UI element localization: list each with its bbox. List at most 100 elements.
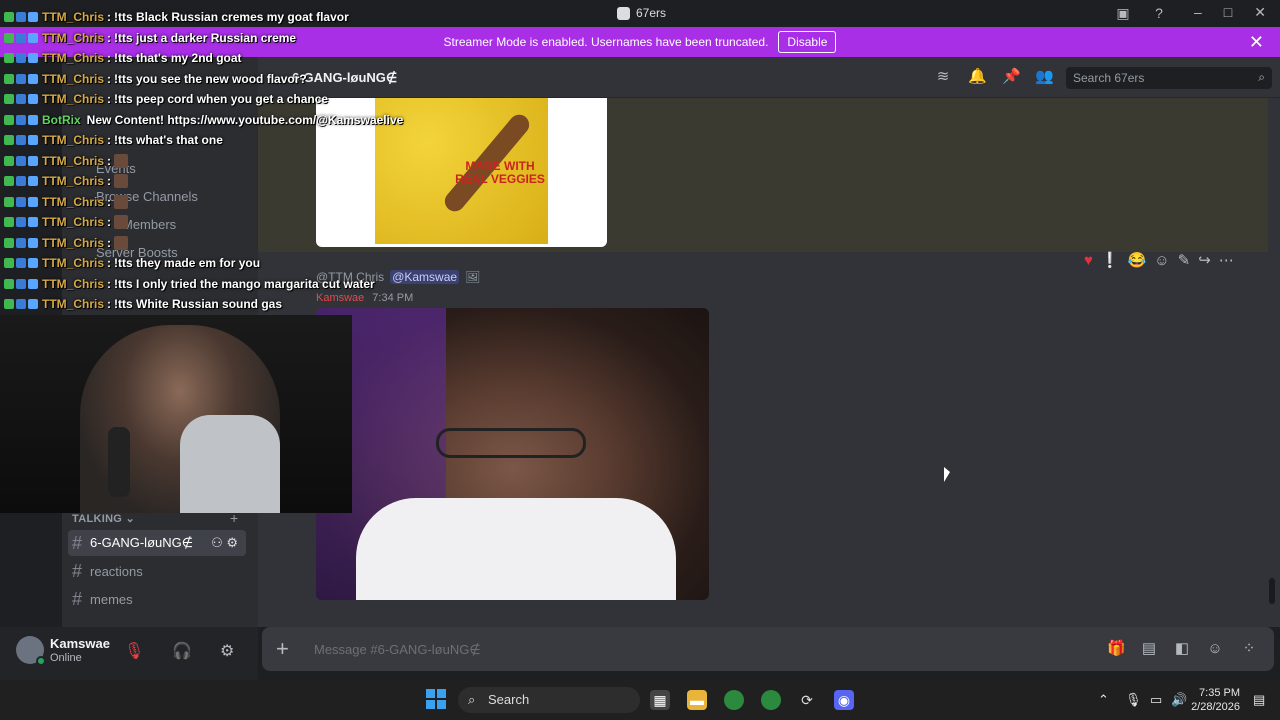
store-icon[interactable]: ▦ <box>650 690 670 710</box>
image-attachment-icon: 🖼 <box>465 270 481 284</box>
emoji-icon[interactable]: ☺ <box>1206 640 1224 658</box>
chat-text: !tts that's my 2nd goat <box>114 51 242 65</box>
channel-reactions[interactable]: # reactions <box>72 558 143 584</box>
tray-mic-icon[interactable]: 🎙 <box>1125 692 1142 708</box>
taskbar-clock[interactable]: 7:35 PM 2/28/2026 <box>1191 686 1240 714</box>
member-list-icon[interactable]: 👥 <box>1035 68 1054 86</box>
chat-badges-icon <box>0 32 40 43</box>
chat-nick: TTM_Chris <box>42 215 105 229</box>
gif-icon[interactable]: ▤ <box>1140 640 1158 658</box>
apps-icon[interactable]: ⁘ <box>1240 640 1258 658</box>
heart-reaction-icon[interactable]: ♥ <box>1084 252 1093 269</box>
chat-line: TTM_Chris: <box>0 171 129 191</box>
chat-nick: TTM_Chris <box>42 30 105 45</box>
chat-separator: : <box>107 174 112 188</box>
forward-icon[interactable]: ↪ <box>1198 251 1211 269</box>
user-status: Online <box>50 652 82 664</box>
chat-nick: TTM_Chris <box>42 51 105 65</box>
tray-volume-icon[interactable]: 🔊 <box>1171 692 1187 708</box>
webcam-overlay <box>0 315 352 513</box>
notification-bell-icon[interactable]: 🔔 <box>968 68 987 86</box>
chat-nick: TTM_Chris <box>42 297 105 311</box>
photo-shirt <box>356 498 676 600</box>
laugh-reaction-icon[interactable]: 😂 <box>1128 251 1147 269</box>
chat-line: TTM_Chris: <box>0 192 129 212</box>
chat-nick: TTM_Chris <box>42 133 105 147</box>
chat-line: TTM_Chris: <box>0 212 129 232</box>
file-explorer-icon[interactable]: ▬ <box>687 690 707 710</box>
chat-separator: : <box>107 10 112 24</box>
category-talking[interactable]: TALKING ⌄ <box>72 512 135 525</box>
user-name[interactable]: Kamswae <box>50 636 110 651</box>
channel-memes[interactable]: # memes <box>72 586 133 612</box>
screen-share-icon[interactable]: ▣ <box>1115 5 1131 21</box>
user-settings-icon[interactable]: ⚙ <box>220 641 234 661</box>
snack-label: MADE WITH REAL VEGGIES <box>455 159 545 186</box>
hundred-reaction-icon[interactable]: ❕ <box>1101 251 1120 269</box>
chat-nick: TTM_Chris <box>42 194 105 209</box>
chat-nick: TTM_Chris <box>42 276 105 291</box>
chat-text: New Content! https://www.youtube.com/@Ka… <box>86 112 404 127</box>
gift-icon[interactable]: 🎁 <box>1107 640 1126 658</box>
chat-line: TTM_Chris: !tts they made em for you <box>0 253 260 273</box>
photo-glasses <box>436 428 586 458</box>
tray-expand-icon[interactable]: ⌃ <box>1098 692 1109 708</box>
discord-taskbar-icon[interactable]: ◉ <box>834 690 854 710</box>
close-window-button[interactable]: ✕ <box>1254 4 1266 21</box>
chat-separator: : <box>107 133 112 147</box>
search-input[interactable]: Search 67ers ⌕ <box>1066 67 1272 89</box>
category-label: TALKING <box>72 513 123 525</box>
chat-line: TTM_Chris: <box>0 233 129 253</box>
chat-emote-icon <box>114 215 129 229</box>
windows-start-icon[interactable] <box>426 689 446 709</box>
app-icon[interactable]: ⟳ <box>797 690 817 710</box>
taskbar-search-label: Search <box>488 692 530 707</box>
more-options-icon[interactable]: ⋯ <box>1219 251 1234 269</box>
chat-line: TTM_Chris: <box>0 151 129 171</box>
webcam-microphone <box>108 427 130 497</box>
mute-microphone-icon[interactable]: 🎙 <box>124 641 144 661</box>
avatar[interactable] <box>16 636 46 666</box>
stream-chat-overlay: TTM_Chris: !tts Black Russian cremes my g… <box>0 0 403 315</box>
chat-nick: TTM_Chris <box>42 92 105 106</box>
disable-streamer-mode-button[interactable]: Disable <box>778 31 837 53</box>
chrome-icon[interactable] <box>724 690 744 710</box>
reply-mention[interactable]: @Kamswae <box>390 270 460 284</box>
chat-text: !tts White Russian sound gas <box>114 297 283 311</box>
maximize-button[interactable]: □ <box>1224 4 1232 21</box>
chat-badges-icon <box>0 237 40 248</box>
chat-badges-icon <box>0 155 40 166</box>
chat-separator: : <box>107 194 112 209</box>
threads-icon[interactable]: ≋ <box>934 68 952 86</box>
chat-badges-icon <box>0 176 40 186</box>
sticker-icon[interactable]: ◧ <box>1173 640 1191 658</box>
channel-6-gang-lounge[interactable]: # 6-GANG-løuNG∉ ⚇ ⚙ <box>68 530 246 556</box>
invite-and-settings-icons[interactable]: ⚇ ⚙ <box>211 535 238 551</box>
clock-time: 7:35 PM <box>1199 687 1240 699</box>
webcam-shirt <box>180 415 280 513</box>
minimize-button[interactable]: – <box>1194 4 1202 21</box>
hash-icon: # <box>72 560 83 581</box>
chat-text: !tts just a darker Russian creme <box>114 30 297 45</box>
chat-badges-icon <box>0 258 40 268</box>
chat-badges-icon <box>0 135 40 145</box>
taskbar-search-input[interactable]: ⌕ Search <box>458 687 640 713</box>
message-input[interactable] <box>314 638 1094 660</box>
tray-network-icon[interactable]: ▭ <box>1150 692 1162 708</box>
chat-separator: : <box>107 153 112 168</box>
search-placeholder: Search 67ers <box>1073 71 1145 85</box>
streamer-mode-text: Streamer Mode is enabled. Usernames have… <box>443 35 769 49</box>
edit-icon[interactable]: ✎ <box>1178 251 1191 269</box>
add-reaction-icon[interactable]: ☺ <box>1154 252 1169 269</box>
attach-plus-icon[interactable]: + <box>276 636 289 662</box>
help-icon[interactable]: ? <box>1151 5 1167 21</box>
chat-badges-icon <box>0 196 40 207</box>
pin-icon[interactable]: 📌 <box>1002 68 1021 86</box>
chat-scrollbar[interactable] <box>1269 578 1275 604</box>
close-banner-icon[interactable]: ✕ <box>1249 32 1264 53</box>
chrome-profile-icon[interactable] <box>761 690 781 710</box>
chat-separator: : <box>107 297 112 311</box>
notifications-icon[interactable]: ▤ <box>1253 692 1265 708</box>
message-image-photo[interactable] <box>316 308 709 600</box>
headphones-icon[interactable]: 🎧 <box>172 641 192 661</box>
